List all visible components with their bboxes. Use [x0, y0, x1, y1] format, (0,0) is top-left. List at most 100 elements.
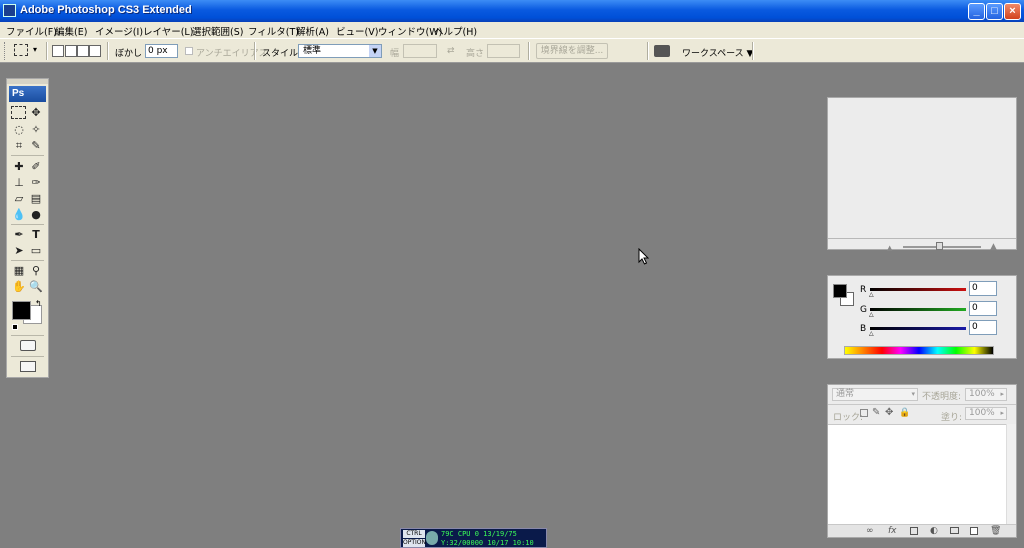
g-slider-thumb[interactable]: △ — [869, 311, 874, 318]
workspace-menu[interactable]: ワークスペース ▼ — [682, 46, 753, 59]
menu-filter[interactable]: フィルタ(T) — [248, 24, 299, 38]
opacity-input[interactable]: 100% ▸ — [965, 388, 1007, 401]
b-slider-thumb[interactable]: △ — [869, 330, 874, 337]
layers-list[interactable] — [828, 424, 1006, 524]
layers-scrollbar[interactable] — [1006, 424, 1016, 524]
feather-input[interactable]: 0 px — [145, 44, 178, 58]
layer-style-icon[interactable]: fx — [888, 526, 897, 536]
lock-image-icon[interactable]: ✎ — [872, 407, 880, 418]
lock-all-icon[interactable]: 🔒 — [899, 408, 910, 418]
marquee-preset-icon[interactable] — [14, 44, 28, 56]
palette-well-icon[interactable] — [654, 45, 670, 57]
option-key[interactable]: OPTION — [403, 539, 426, 547]
shape-tool-icon[interactable]: ▭ — [28, 243, 44, 258]
dodge-tool-icon[interactable]: ● — [28, 207, 44, 222]
quick-mask-icon[interactable] — [20, 340, 36, 351]
r-slider-thumb[interactable]: △ — [869, 291, 874, 298]
blend-mode-value: 通常 — [836, 389, 855, 399]
color-spectrum-bar[interactable] — [844, 346, 994, 355]
menu-view[interactable]: ビュー(V) — [336, 24, 378, 38]
default-colors-icon[interactable] — [12, 324, 18, 330]
layer-mask-icon[interactable] — [910, 527, 918, 535]
swap-colors-icon[interactable]: ↰ — [35, 299, 42, 308]
menu-layer[interactable]: レイヤー(L) — [143, 24, 193, 38]
r-slider[interactable] — [870, 288, 966, 291]
type-tool-icon[interactable]: T — [28, 227, 44, 242]
tools-grip[interactable] — [7, 79, 48, 84]
chevron-down-icon: ▾ — [911, 390, 915, 398]
marquee-tool-icon[interactable] — [11, 106, 26, 119]
monitor-line-2: Y:32/00000 10/17 10:10 — [441, 539, 534, 547]
title-bar[interactable]: Adobe Photoshop CS3 Extended _ □ × — [0, 0, 1024, 22]
foreground-swatch[interactable] — [833, 284, 847, 298]
link-layers-icon[interactable]: ∞ — [866, 526, 874, 536]
blur-tool-icon[interactable]: 💧 — [11, 207, 27, 222]
new-layer-icon[interactable] — [970, 527, 978, 535]
refine-edge-button[interactable]: 境界線を調整... — [536, 43, 608, 59]
layers-footer: ∞ fx ◐ 🗑 — [828, 524, 1016, 537]
maximize-button[interactable]: □ — [986, 3, 1003, 20]
r-input[interactable]: 0 — [969, 281, 997, 296]
zoom-tool-icon[interactable]: 🔍 — [28, 279, 44, 294]
slice-tool-icon[interactable]: ✎ — [28, 138, 44, 153]
magic-wand-tool-icon[interactable]: ✧ — [28, 122, 44, 137]
blend-mode-select[interactable]: 通常 ▾ — [832, 388, 918, 401]
g-input[interactable]: 0 — [969, 301, 997, 316]
pen-tool-icon[interactable]: ✒ — [11, 227, 27, 242]
zoom-in-icon[interactable]: ▲ — [990, 242, 997, 252]
menu-file[interactable]: ファイル(F) — [6, 24, 57, 38]
menu-window[interactable]: ウィンドウ(W) — [378, 24, 442, 38]
add-selection-icon[interactable] — [65, 45, 77, 57]
lasso-tool-icon[interactable]: ◌ — [11, 122, 27, 137]
adjustment-layer-icon[interactable]: ◐ — [930, 526, 938, 536]
menu-edit[interactable]: 編集(E) — [55, 24, 87, 38]
swap-icon[interactable]: ⇄ — [447, 46, 455, 56]
style-select[interactable]: 標準 ▼ — [298, 44, 382, 58]
notes-tool-icon[interactable]: ▦ — [11, 263, 27, 278]
healing-brush-tool-icon[interactable]: ✚ — [11, 159, 27, 174]
new-selection-icon[interactable] — [52, 45, 64, 57]
zoom-slider-thumb[interactable] — [936, 242, 943, 250]
lock-transparency-icon[interactable] — [860, 409, 868, 417]
antialias-checkbox[interactable] — [185, 47, 193, 55]
menu-select[interactable]: 選択範囲(S) — [192, 24, 243, 38]
close-button[interactable]: × — [1004, 3, 1021, 20]
menu-analysis[interactable]: 解析(A) — [296, 24, 329, 38]
clone-stamp-tool-icon[interactable]: ⊥ — [11, 175, 27, 190]
menu-image[interactable]: イメージ(I) — [95, 24, 143, 38]
hand-tool-icon[interactable]: ✋ — [11, 279, 27, 294]
path-selection-tool-icon[interactable]: ➤ — [11, 243, 27, 258]
menu-help[interactable]: ヘルプ(H) — [434, 24, 477, 38]
intersect-selection-icon[interactable] — [89, 45, 101, 57]
screen-mode-icon[interactable] — [20, 361, 36, 372]
height-input[interactable] — [487, 44, 520, 58]
subtract-selection-icon[interactable] — [77, 45, 89, 57]
minimize-button[interactable]: _ — [968, 3, 985, 20]
b-slider[interactable] — [870, 327, 966, 330]
r-label: R — [860, 285, 867, 295]
gradient-tool-icon[interactable]: ▤ — [28, 191, 44, 206]
move-tool-icon[interactable]: ✥ — [28, 105, 44, 120]
crop-tool-icon[interactable]: ⌗ — [11, 138, 27, 153]
brush-tool-icon[interactable]: ✐ — [28, 159, 44, 174]
monitor-icon — [426, 531, 438, 545]
zoom-out-icon[interactable]: ▲ — [887, 244, 892, 252]
width-input[interactable] — [403, 44, 437, 58]
options-bar: ▾ ぼかし : 0 px アンチエイリアス スタイル : 標準 ▼ 幅 ⇄ 高さ… — [0, 38, 1024, 63]
history-brush-tool-icon[interactable]: ✑ — [28, 175, 44, 190]
eyedropper-tool-icon[interactable]: ⚲ — [28, 263, 44, 278]
b-input[interactable]: 0 — [969, 320, 997, 335]
ctrl-key[interactable]: CTRL — [403, 530, 425, 538]
trash-icon[interactable]: 🗑 — [990, 526, 1001, 536]
new-group-icon[interactable] — [950, 527, 959, 534]
g-slider[interactable] — [870, 308, 966, 311]
color-panel: R △ 0 G △ 0 B △ 0 — [827, 275, 1017, 359]
fill-input[interactable]: 100% ▸ — [965, 407, 1007, 420]
options-grip[interactable] — [4, 42, 7, 60]
ps-logo[interactable]: Ps — [9, 86, 46, 102]
lock-position-icon[interactable]: ✥ — [885, 407, 893, 418]
chevron-down-icon[interactable]: ▾ — [33, 45, 37, 54]
eraser-tool-icon[interactable]: ▱ — [11, 191, 27, 206]
foreground-color-swatch[interactable] — [12, 301, 31, 320]
height-label: 高さ — [466, 49, 485, 59]
